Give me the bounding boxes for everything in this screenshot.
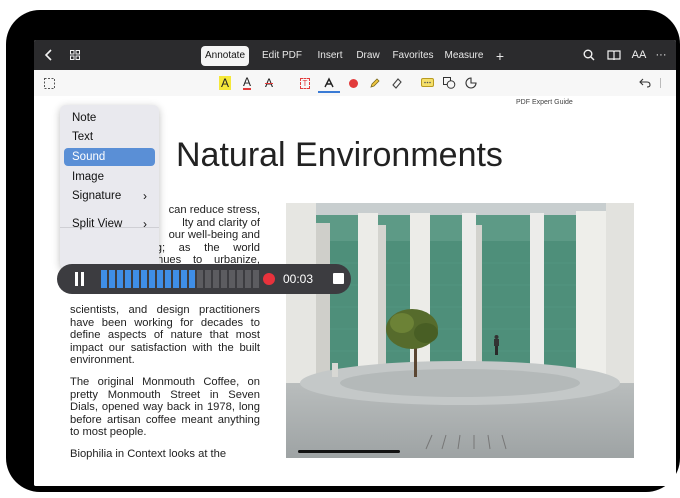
level-bar [197,270,203,288]
lasso-icon[interactable] [462,74,480,92]
menu-item-image[interactable]: Image [64,168,155,186]
level-bar [221,270,227,288]
annotation-toolbar: A A A T [34,70,676,97]
book-icon[interactable] [604,40,624,70]
courtyard-photo [286,203,634,458]
level-bar [109,270,115,288]
level-bar [229,270,235,288]
tab-annotate[interactable]: Annotate [201,46,249,66]
recording-time: 00:03 [283,272,314,286]
menu-item-text[interactable]: Text [64,128,155,146]
insert-menu: Note Text Sound Image Signature › Split V… [60,105,159,269]
text-size-button[interactable]: AA [630,40,648,70]
stop-icon[interactable] [333,273,344,284]
tab-edit-pdf[interactable]: Edit PDF [260,46,304,66]
menu-item-label: Split View [72,218,123,230]
search-icon[interactable] [580,40,598,70]
text-box-label: T [299,77,311,89]
red-color-swatch[interactable] [344,74,362,92]
text-box-tool[interactable]: T [296,74,314,92]
more-button[interactable]: ··· [652,40,670,70]
menu-item-label: Note [72,112,97,124]
strikethrough-tool[interactable]: A [260,74,278,92]
level-bar [117,270,123,288]
underline-tool[interactable]: A [238,74,256,92]
select-area-icon[interactable] [40,74,58,92]
level-bar [189,270,195,288]
document-name: PDF Expert Guide [516,99,573,106]
toolbar-divider [660,78,661,88]
menu-item-signature[interactable]: Signature › [64,187,155,205]
menu-item-split-view[interactable]: Split View › [64,215,155,233]
comment-icon[interactable] [418,74,436,92]
add-tab-button[interactable]: + [492,46,508,66]
menu-item-note[interactable]: Note [64,109,155,127]
level-bar [213,270,219,288]
screen: Annotate Edit PDF Insert Draw Favorites … [34,40,676,486]
level-bar [181,270,187,288]
paragraph-3: Biophilia in Context looks at the [70,448,227,460]
level-bar [173,270,179,288]
tab-measure[interactable]: Measure [444,46,484,66]
level-bar [157,270,163,288]
tab-draw[interactable]: Draw [354,46,382,66]
undo-icon[interactable] [636,74,654,92]
level-bar [101,270,107,288]
grid-view-icon[interactable] [66,40,84,70]
chevron-right-icon: › [143,217,147,231]
paragraph-1-tail: scientists, and design practitioners hav… [70,304,260,367]
level-bar [125,270,131,288]
strikethrough-label: A [264,76,273,90]
menu-item-label: Image [72,171,104,183]
pen-icon [324,76,334,87]
level-bar [245,270,251,288]
paragraph-2: The original Monmouth Coffee, on pretty … [70,376,260,439]
level-bar [149,270,155,288]
pause-icon[interactable] [75,272,78,286]
marker-icon[interactable] [366,74,384,92]
home-indicator [298,450,400,453]
chevron-right-icon: › [143,189,147,203]
back-chevron-icon[interactable] [40,40,58,70]
highlight-tool[interactable]: A [216,74,234,92]
tab-favorites[interactable]: Favorites [392,46,434,66]
tab-insert[interactable]: Insert [314,46,346,66]
record-icon[interactable] [263,273,275,285]
highlight-label: A [218,76,231,90]
page-title: Natural Environments [176,136,503,174]
level-bar [141,270,147,288]
menu-item-sound[interactable]: Sound [64,148,155,166]
level-bar [165,270,171,288]
menu-item-label: Text [72,131,94,143]
level-bar [237,270,243,288]
shapes-icon[interactable] [440,74,458,92]
top-bar: Annotate Edit PDF Insert Draw Favorites … [34,40,676,70]
menu-item-label: Signature [72,190,122,202]
underline-label: A [242,74,251,90]
sound-recorder: 00:03 [57,264,351,294]
level-bar [205,270,211,288]
pen-tool[interactable] [318,74,340,93]
eraser-icon[interactable] [388,74,406,92]
level-bar [133,270,139,288]
menu-item-label: Sound [72,151,106,163]
ipad-frame: Annotate Edit PDF Insert Draw Favorites … [6,10,680,492]
level-bar [253,270,259,288]
